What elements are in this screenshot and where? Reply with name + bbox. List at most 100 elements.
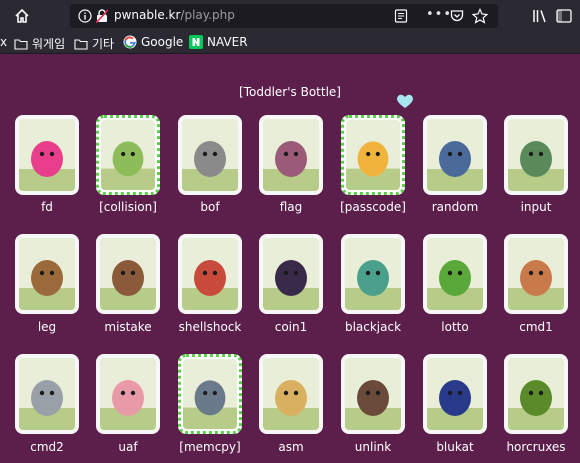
challenge-card[interactable] xyxy=(15,354,79,434)
challenge-label[interactable]: asm xyxy=(251,440,331,454)
home-icon[interactable] xyxy=(14,8,30,24)
bookmark-folder-wargame[interactable]: 워게임 xyxy=(14,35,65,52)
challenge-illustration-icon xyxy=(100,238,156,310)
challenge-label[interactable]: leg xyxy=(7,320,87,334)
challenge-illustration-icon xyxy=(182,119,238,191)
challenge-card[interactable] xyxy=(341,115,405,195)
challenge-illustration-icon xyxy=(427,119,483,191)
challenge-art xyxy=(182,119,238,191)
challenge-card[interactable] xyxy=(423,115,487,195)
bookmark-google[interactable]: Google xyxy=(123,35,183,49)
challenge-illustration-icon xyxy=(508,238,564,310)
challenge-card[interactable] xyxy=(423,234,487,314)
challenge-label[interactable]: mistake xyxy=(88,320,168,334)
challenge-card[interactable] xyxy=(259,354,323,434)
challenge-label[interactable]: cmd1 xyxy=(496,320,576,334)
sidebar-icon[interactable] xyxy=(556,8,572,24)
challenge-card[interactable] xyxy=(504,115,568,195)
challenge-card[interactable] xyxy=(96,354,160,434)
challenge-label[interactable]: random xyxy=(415,200,495,214)
challenge-illustration-icon xyxy=(100,358,156,430)
heart-icon xyxy=(397,94,413,108)
url-text[interactable]: pwnable.kr/play.php xyxy=(114,8,235,22)
challenge-illustration-icon xyxy=(345,358,401,430)
bookmark-label: 워게임 xyxy=(32,37,66,51)
page-actions-menu-icon[interactable]: ••• xyxy=(426,7,452,22)
challenge-card[interactable] xyxy=(178,234,242,314)
challenge-card[interactable] xyxy=(259,234,323,314)
challenge-label[interactable]: cmd2 xyxy=(7,440,87,454)
challenge-label[interactable]: coin1 xyxy=(251,320,331,334)
bookmark-naver[interactable]: NAVER xyxy=(189,35,248,49)
challenge-art xyxy=(263,358,319,430)
challenge-label[interactable]: [passcode] xyxy=(333,200,413,214)
challenge-illustration-icon xyxy=(508,358,564,430)
url-path: /play.php xyxy=(180,8,235,22)
challenge-label[interactable]: uaf xyxy=(88,440,168,454)
challenge-illustration-icon xyxy=(427,238,483,310)
challenge-art xyxy=(427,119,483,191)
challenge-card[interactable] xyxy=(341,354,405,434)
challenge-illustration-icon xyxy=(19,119,75,191)
challenge-label[interactable]: blackjack xyxy=(333,320,413,334)
challenge-art xyxy=(346,120,400,190)
bookmark-label: NAVER xyxy=(207,35,248,49)
challenge-label[interactable]: horcruxes xyxy=(496,440,576,454)
pocket-icon[interactable] xyxy=(450,9,464,23)
info-icon[interactable] xyxy=(78,9,92,23)
challenge-illustration-icon xyxy=(19,358,75,430)
challenge-card[interactable] xyxy=(178,354,242,434)
reader-view-icon[interactable] xyxy=(394,9,408,23)
bookmarks-toolbar: x 워게임 기타 Google NAVER xyxy=(0,32,580,54)
challenge-card[interactable] xyxy=(96,115,160,195)
library-icon[interactable] xyxy=(532,8,548,24)
bookmark-folder-other[interactable]: 기타 xyxy=(74,35,114,52)
challenge-card[interactable] xyxy=(15,234,79,314)
page-content: [Toddler's Bottle] fd [collision] bof flag[… xyxy=(0,55,580,463)
challenge-label[interactable]: bof xyxy=(170,200,250,214)
challenge-illustration-icon xyxy=(427,358,483,430)
challenge-card[interactable] xyxy=(341,234,405,314)
challenge-card[interactable] xyxy=(504,354,568,434)
challenge-label[interactable]: [collision] xyxy=(88,200,168,214)
challenge-card[interactable] xyxy=(15,115,79,195)
challenge-art xyxy=(427,358,483,430)
challenge-card[interactable] xyxy=(96,234,160,314)
section-title: [Toddler's Bottle] xyxy=(239,85,341,99)
challenge-illustration-icon xyxy=(263,238,319,310)
challenge-illustration-icon xyxy=(101,120,155,190)
challenge-art xyxy=(345,238,401,310)
challenge-label[interactable]: flag xyxy=(251,200,331,214)
challenge-label[interactable]: input xyxy=(496,200,576,214)
insecure-lock-icon[interactable] xyxy=(96,9,108,23)
challenge-card[interactable] xyxy=(178,115,242,195)
bookmark-star-icon[interactable] xyxy=(472,8,488,24)
challenge-art xyxy=(263,238,319,310)
challenge-label[interactable]: unlink xyxy=(333,440,413,454)
challenge-card[interactable] xyxy=(423,354,487,434)
bookmarks-overflow[interactable]: x xyxy=(0,35,7,49)
challenge-illustration-icon xyxy=(508,119,564,191)
folder-icon xyxy=(74,38,88,50)
challenge-art xyxy=(508,358,564,430)
challenge-art xyxy=(183,359,237,429)
url-bar[interactable]: pwnable.kr/play.php ••• xyxy=(70,4,498,28)
naver-icon xyxy=(189,35,203,49)
challenge-illustration-icon xyxy=(263,358,319,430)
challenge-card[interactable] xyxy=(259,115,323,195)
challenge-label[interactable]: [memcpy] xyxy=(170,440,250,454)
challenge-art xyxy=(508,238,564,310)
challenge-illustration-icon xyxy=(183,359,237,429)
challenge-label[interactable]: lotto xyxy=(415,320,495,334)
challenge-label[interactable]: fd xyxy=(7,200,87,214)
challenge-art xyxy=(345,358,401,430)
challenge-art xyxy=(101,120,155,190)
challenge-art xyxy=(100,238,156,310)
challenge-art xyxy=(508,119,564,191)
challenge-card[interactable] xyxy=(504,234,568,314)
bookmark-label: Google xyxy=(141,35,184,49)
challenge-label[interactable]: shellshock xyxy=(170,320,250,334)
challenge-art xyxy=(182,238,238,310)
challenge-illustration-icon xyxy=(263,119,319,191)
challenge-label[interactable]: blukat xyxy=(415,440,495,454)
